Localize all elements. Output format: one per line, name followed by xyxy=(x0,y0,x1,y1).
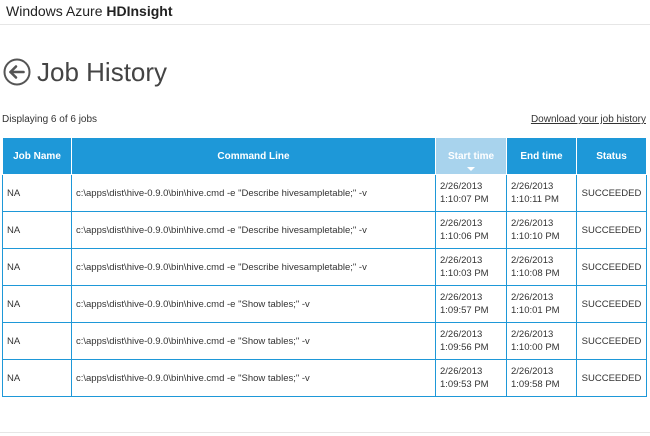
cell-end-time: 2/26/2013 1:10:00 PM xyxy=(506,322,577,360)
cell-start-time: 2/26/2013 1:10:03 PM xyxy=(435,248,507,286)
end-date: 2/26/2013 xyxy=(511,218,554,229)
cell-end-time: 2/26/2013 1:10:10 PM xyxy=(506,211,577,249)
cell-start-time: 2/26/2013 1:09:56 PM xyxy=(435,322,507,360)
cell-command-line: c:\apps\dist\hive-0.9.0\bin\hive.cmd -e … xyxy=(71,174,436,212)
cell-command-line: c:\apps\dist\hive-0.9.0\bin\hive.cmd -e … xyxy=(71,322,436,360)
cell-job-name: NA xyxy=(2,174,72,212)
cell-start-time: 2/26/2013 1:09:57 PM xyxy=(435,285,507,323)
brand-prefix: Windows Azure xyxy=(6,3,107,19)
end-date: 2/26/2013 xyxy=(511,181,554,192)
end-date: 2/26/2013 xyxy=(511,255,554,266)
table-row[interactable]: NA c:\apps\dist\hive-0.9.0\bin\hive.cmd -… xyxy=(2,322,647,360)
cell-job-name: NA xyxy=(2,211,72,249)
end-date: 2/26/2013 xyxy=(511,329,554,340)
cell-command-line: c:\apps\dist\hive-0.9.0\bin\hive.cmd -e … xyxy=(71,248,436,286)
end-time: 1:10:11 PM xyxy=(511,194,559,205)
column-header-start-time[interactable]: Start time xyxy=(435,137,507,175)
cell-status: SUCCEEDED xyxy=(576,359,647,397)
table-row[interactable]: NA c:\apps\dist\hive-0.9.0\bin\hive.cmd -… xyxy=(2,211,647,249)
start-time: 1:09:57 PM xyxy=(440,305,489,316)
cell-job-name: NA xyxy=(2,285,72,323)
cell-start-time: 2/26/2013 1:10:06 PM xyxy=(435,211,507,249)
column-header-status[interactable]: Status xyxy=(576,137,647,175)
cell-status: SUCCEEDED xyxy=(576,174,647,212)
start-time: 1:09:56 PM xyxy=(440,342,489,353)
start-time: 1:09:53 PM xyxy=(440,379,489,390)
start-date: 2/26/2013 xyxy=(440,366,483,377)
column-header-job-name[interactable]: Job Name xyxy=(2,137,72,175)
end-time: 1:10:10 PM xyxy=(511,231,560,242)
column-header-command-line[interactable]: Command Line xyxy=(71,137,436,175)
circle-arrow-left-icon xyxy=(3,58,31,86)
cell-command-line: c:\apps\dist\hive-0.9.0\bin\hive.cmd -e … xyxy=(71,211,436,249)
cell-end-time: 2/26/2013 1:10:08 PM xyxy=(506,248,577,286)
table-row[interactable]: NA c:\apps\dist\hive-0.9.0\bin\hive.cmd -… xyxy=(2,285,647,323)
cell-start-time: 2/26/2013 1:10:07 PM xyxy=(435,174,507,212)
column-header-end-time[interactable]: End time xyxy=(506,137,577,175)
start-date: 2/26/2013 xyxy=(440,329,483,340)
end-date: 2/26/2013 xyxy=(511,366,554,377)
cell-command-line: c:\apps\dist\hive-0.9.0\bin\hive.cmd -e … xyxy=(71,359,436,397)
table-row[interactable]: NA c:\apps\dist\hive-0.9.0\bin\hive.cmd -… xyxy=(2,248,647,286)
cell-job-name: NA xyxy=(2,359,72,397)
cell-status: SUCCEEDED xyxy=(576,285,647,323)
back-button[interactable] xyxy=(3,58,31,86)
cell-end-time: 2/26/2013 1:09:58 PM xyxy=(506,359,577,397)
brand-product: HDInsight xyxy=(106,3,173,19)
cell-job-name: NA xyxy=(2,248,72,286)
app-brand: Windows Azure HDInsight xyxy=(6,3,172,19)
cell-end-time: 2/26/2013 1:10:01 PM xyxy=(506,285,577,323)
cell-command-line: c:\apps\dist\hive-0.9.0\bin\hive.cmd -e … xyxy=(71,285,436,323)
start-time: 1:10:06 PM xyxy=(440,231,489,242)
download-job-history-link[interactable]: Download your job history xyxy=(531,114,646,125)
end-date: 2/26/2013 xyxy=(511,292,554,303)
page-title: Job History xyxy=(37,57,168,87)
cell-status: SUCCEEDED xyxy=(576,322,647,360)
job-count-text: Displaying 6 of 6 jobs xyxy=(2,114,98,125)
cell-end-time: 2/26/2013 1:10:11 PM xyxy=(506,174,577,212)
end-time: 1:09:58 PM xyxy=(511,379,560,390)
job-history-table: Job Name Command Line Start time End tim… xyxy=(2,137,647,397)
table-row[interactable]: NA c:\apps\dist\hive-0.9.0\bin\hive.cmd -… xyxy=(2,174,647,212)
start-date: 2/26/2013 xyxy=(440,292,483,303)
cell-status: SUCCEEDED xyxy=(576,211,647,249)
end-time: 1:10:01 PM xyxy=(511,305,560,316)
end-time: 1:10:00 PM xyxy=(511,342,560,353)
start-date: 2/26/2013 xyxy=(440,181,483,192)
start-time: 1:10:03 PM xyxy=(440,268,489,279)
start-time: 1:10:07 PM xyxy=(440,194,489,205)
sort-descending-icon xyxy=(467,167,475,171)
table-row[interactable]: NA c:\apps\dist\hive-0.9.0\bin\hive.cmd -… xyxy=(2,359,647,397)
start-date: 2/26/2013 xyxy=(440,255,483,266)
start-date: 2/26/2013 xyxy=(440,218,483,229)
end-time: 1:10:08 PM xyxy=(511,268,560,279)
cell-job-name: NA xyxy=(2,322,72,360)
header-divider xyxy=(0,24,650,25)
cell-start-time: 2/26/2013 1:09:53 PM xyxy=(435,359,507,397)
cell-status: SUCCEEDED xyxy=(576,248,647,286)
table-body: NA c:\apps\dist\hive-0.9.0\bin\hive.cmd -… xyxy=(2,174,647,397)
footer-divider xyxy=(0,432,650,433)
table-header-row: Job Name Command Line Start time End tim… xyxy=(2,137,647,175)
